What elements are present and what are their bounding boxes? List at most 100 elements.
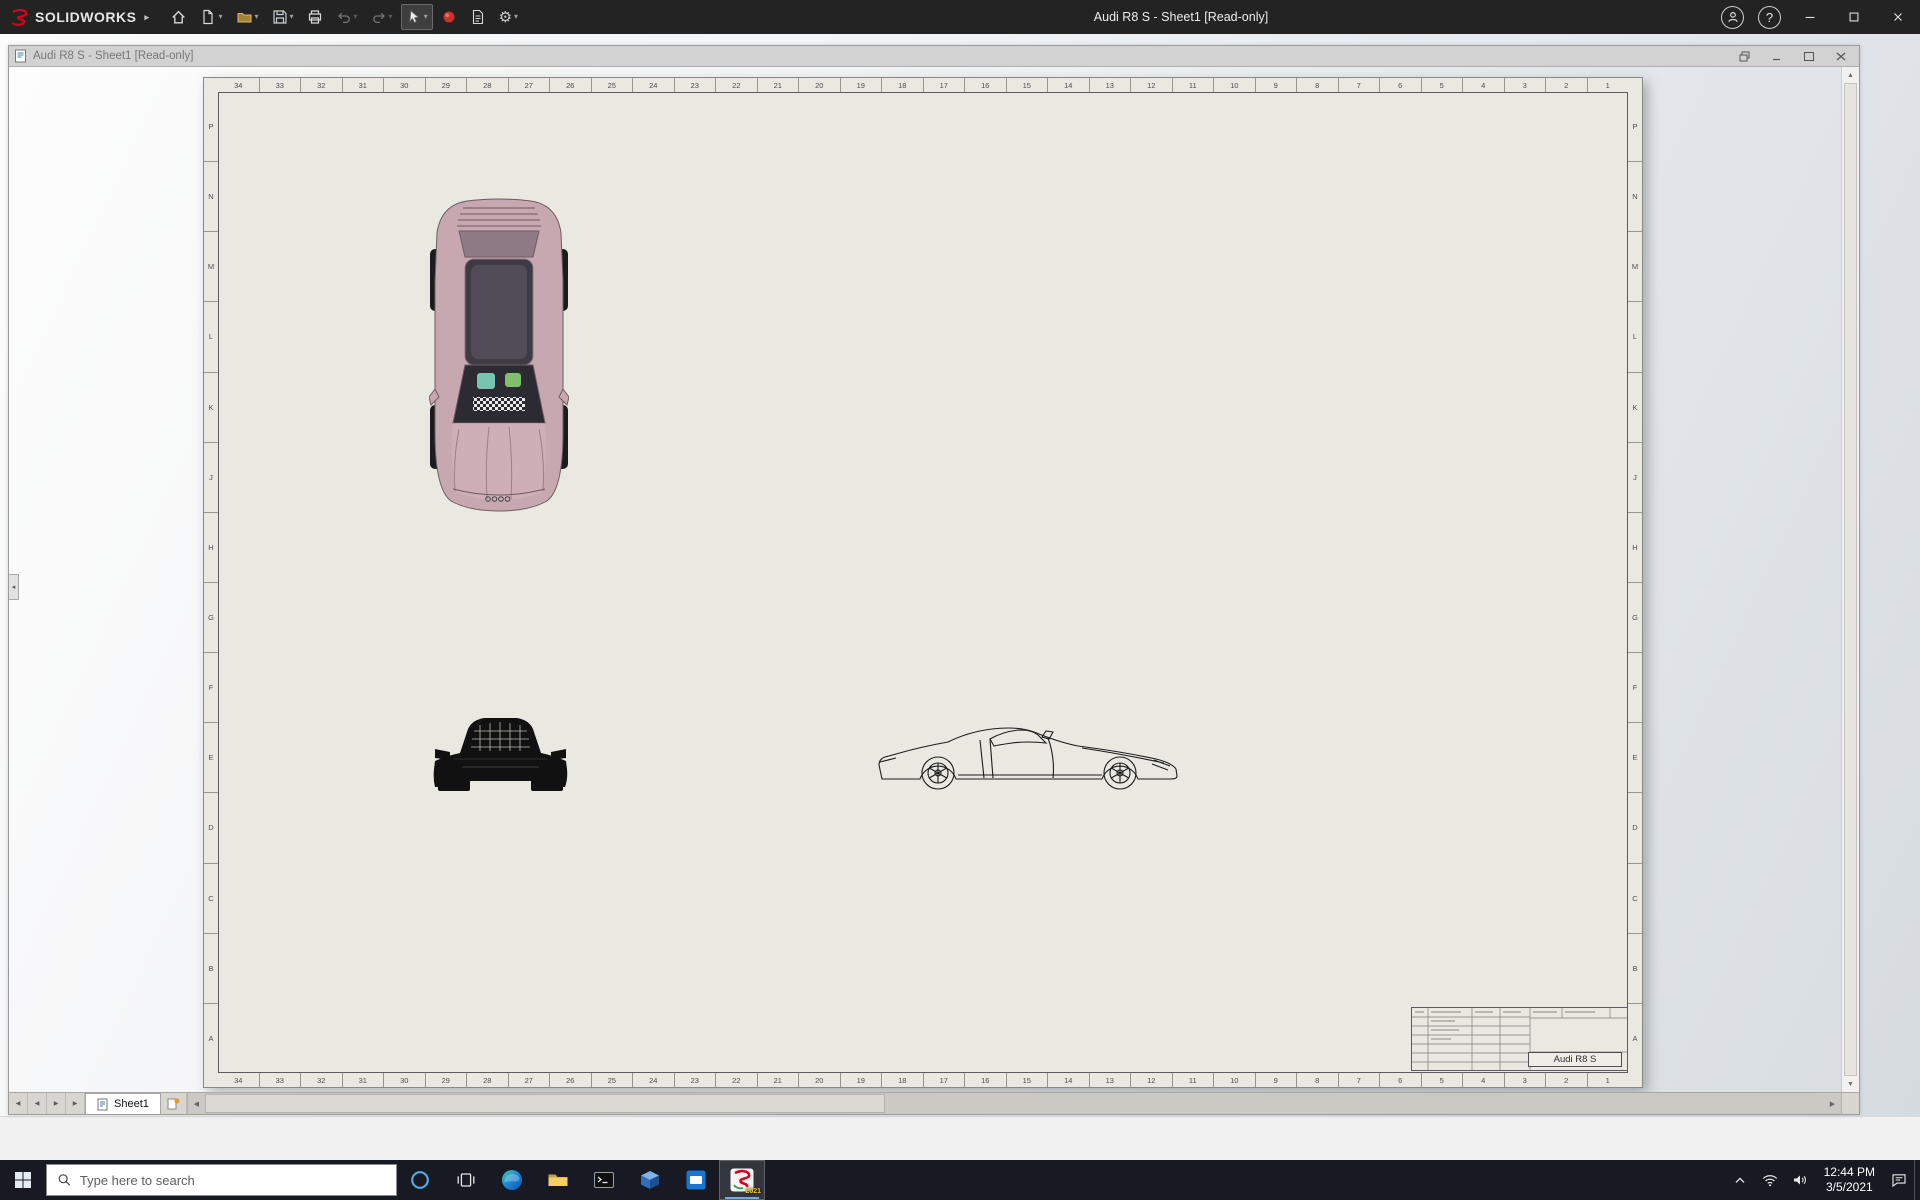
maximize-icon bbox=[1849, 12, 1859, 22]
user-account-button[interactable] bbox=[1721, 5, 1744, 29]
dropdown-caret-icon[interactable]: ▾ bbox=[389, 13, 393, 21]
dropdown-caret-icon[interactable]: ▾ bbox=[514, 13, 518, 21]
solidworks-app-button[interactable]: 2021 bbox=[719, 1160, 765, 1200]
zone-label: 13 bbox=[1088, 78, 1131, 92]
document-window: Audi R8 S - Sheet1 [Read-only] ◂ 34 33 3… bbox=[8, 45, 1860, 1115]
dropdown-caret-icon[interactable]: ▾ bbox=[424, 13, 428, 21]
dropdown-caret-icon[interactable]: ▾ bbox=[255, 13, 259, 21]
maximize-button[interactable] bbox=[1832, 0, 1876, 34]
next-sheet-icon: ▶ bbox=[53, 1101, 59, 1107]
scroll-down-arrow[interactable]: ▼ bbox=[1842, 1076, 1859, 1092]
zone-label: J bbox=[204, 441, 218, 512]
zone-label: E bbox=[1628, 722, 1642, 792]
next-sheet-button[interactable]: ▶ bbox=[47, 1093, 66, 1114]
action-center-button[interactable] bbox=[1884, 1160, 1914, 1200]
file-properties-button[interactable] bbox=[465, 4, 491, 30]
zone-label: 14 bbox=[1047, 1073, 1089, 1087]
file-explorer-button[interactable] bbox=[535, 1160, 581, 1200]
new-document-button[interactable]: ▾ bbox=[195, 4, 227, 30]
home-button[interactable] bbox=[165, 4, 192, 30]
zone-label: 27 bbox=[507, 78, 550, 92]
doc-restore-down-button[interactable] bbox=[1731, 48, 1758, 64]
open-button[interactable]: ▾ bbox=[231, 4, 264, 30]
select-tool-button[interactable]: ▾ bbox=[400, 4, 433, 30]
title-block[interactable]: Audi R8 S bbox=[1411, 1007, 1628, 1071]
tab-sheet1[interactable]: Sheet1 bbox=[85, 1093, 161, 1114]
zone-label: 28 bbox=[466, 78, 508, 92]
task-view-button[interactable] bbox=[443, 1160, 489, 1200]
search-icon bbox=[58, 1174, 71, 1186]
zone-label: 34 bbox=[234, 80, 243, 90]
zone-label: 19 bbox=[839, 1073, 882, 1087]
drawing-view-side[interactable] bbox=[872, 715, 1186, 799]
start-button[interactable] bbox=[0, 1160, 46, 1200]
zone-label: G bbox=[1628, 581, 1642, 652]
drawing-sheet[interactable]: 34 33 32 31 30 29 28 27 26 25 24 23 22 21 20 19 18 17 16 15… bbox=[203, 77, 1643, 1088]
first-sheet-button[interactable]: ◀ bbox=[9, 1093, 28, 1114]
titlebar-right-controls: ? bbox=[1714, 0, 1920, 34]
taskbar-search[interactable] bbox=[46, 1164, 397, 1196]
menu-expand-arrow-icon[interactable]: ▸ bbox=[144, 12, 149, 23]
car-side-view-graphic bbox=[878, 727, 1178, 790]
document-titlebar: Audi R8 S - Sheet1 [Read-only] bbox=[9, 46, 1859, 67]
zone-label: 11 bbox=[1171, 1073, 1214, 1087]
zone-label: B bbox=[204, 932, 218, 1003]
new-document-icon bbox=[203, 9, 214, 25]
rebuild-button[interactable] bbox=[436, 4, 462, 30]
previous-sheet-button[interactable]: ◀ bbox=[28, 1093, 47, 1114]
print-button[interactable] bbox=[302, 4, 328, 30]
save-button[interactable]: ▾ bbox=[267, 4, 299, 30]
vertical-scrollbar[interactable]: ▲ ▼ bbox=[1841, 67, 1859, 1092]
zone-label: 2 bbox=[1545, 78, 1587, 92]
clock-date: 3/5/2021 bbox=[1825, 1180, 1873, 1194]
terminal-button[interactable] bbox=[581, 1160, 627, 1200]
zone-label: L bbox=[204, 301, 218, 371]
doc-minimize-button[interactable] bbox=[1763, 48, 1790, 64]
zone-label: 31 bbox=[341, 78, 384, 92]
doc-maximize-button[interactable] bbox=[1795, 48, 1822, 64]
drawing-view-front[interactable] bbox=[432, 709, 569, 799]
dropdown-caret-icon[interactable]: ▾ bbox=[290, 13, 294, 21]
scroll-right-arrow[interactable]: ▶ bbox=[1824, 1093, 1841, 1114]
doc-close-button[interactable] bbox=[1827, 48, 1854, 64]
scroll-up-arrow[interactable]: ▲ bbox=[1842, 67, 1859, 83]
taskbar-clock[interactable]: 12:44 PM 3/5/2021 bbox=[1815, 1165, 1884, 1195]
add-sheet-button[interactable] bbox=[161, 1093, 187, 1114]
undo-button[interactable]: ▾ bbox=[331, 4, 363, 30]
help-button[interactable]: ? bbox=[1758, 5, 1781, 29]
blue-app-button[interactable] bbox=[673, 1160, 719, 1200]
last-sheet-button[interactable]: ▶ bbox=[66, 1093, 85, 1114]
close-button[interactable] bbox=[1876, 0, 1920, 34]
sheet-tab-bar: ◀ ◀ ▶ ▶ Sheet1 ◀ ▶ bbox=[9, 1092, 1859, 1114]
zone-label: D bbox=[1628, 792, 1642, 862]
vertical-scrollbar-thumb[interactable] bbox=[1844, 83, 1857, 1076]
zone-label: 1 bbox=[1586, 1073, 1629, 1087]
horizontal-scrollbar-track[interactable] bbox=[204, 1093, 1824, 1114]
options-button[interactable]: ⚙ ▾ bbox=[494, 4, 523, 30]
zone-columns-top: 34 33 32 31 30 29 28 27 26 25 24 23 22 21 20 19 18 17 16 15… bbox=[218, 78, 1628, 92]
horizontal-scrollbar[interactable]: ◀ ▶ bbox=[186, 1093, 1841, 1114]
redo-button[interactable]: ▾ bbox=[366, 4, 398, 30]
dropdown-caret-icon[interactable]: ▾ bbox=[354, 13, 358, 21]
collapse-pane-arrow[interactable]: ◂ bbox=[9, 574, 19, 600]
scroll-left-icon: ◀ bbox=[193, 1100, 200, 1108]
search-input[interactable] bbox=[79, 1172, 386, 1188]
scroll-left-arrow[interactable]: ◀ bbox=[188, 1093, 205, 1114]
drawing-view-top[interactable] bbox=[429, 197, 569, 513]
graphics-area[interactable]: ◂ 34 33 32 31 30 29 28 27 26 25 24 23 22 21 20 19 18 17 16… bbox=[9, 67, 1859, 1092]
zone-label: 23 bbox=[673, 1073, 716, 1087]
horizontal-scrollbar-thumb[interactable] bbox=[204, 1094, 885, 1113]
edge-button[interactable] bbox=[489, 1160, 535, 1200]
hidden-icons-button[interactable] bbox=[1725, 1160, 1755, 1200]
minimize-button[interactable] bbox=[1788, 0, 1832, 34]
show-desktop-button[interactable] bbox=[1914, 1160, 1920, 1200]
cube-app-button[interactable] bbox=[627, 1160, 673, 1200]
network-button[interactable] bbox=[1755, 1160, 1785, 1200]
cortana-button[interactable] bbox=[397, 1160, 443, 1200]
volume-button[interactable] bbox=[1785, 1160, 1815, 1200]
speaker-icon bbox=[1793, 1175, 1806, 1185]
title-block-model-name[interactable]: Audi R8 S bbox=[1528, 1052, 1622, 1067]
dropdown-caret-icon[interactable]: ▾ bbox=[218, 13, 222, 21]
zone-label: 21 bbox=[756, 78, 799, 92]
zone-label: 16 bbox=[964, 1073, 1006, 1087]
